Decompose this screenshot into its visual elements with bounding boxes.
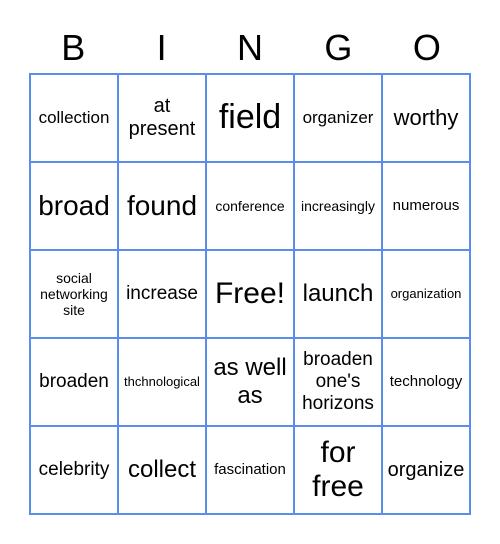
bingo-cell[interactable]: numerous	[382, 162, 470, 250]
bingo-cell[interactable]: field	[206, 74, 294, 162]
bingo-cell[interactable]: broaden	[30, 338, 118, 426]
bingo-cell[interactable]: found	[118, 162, 206, 250]
bingo-header: B I N G O	[29, 24, 471, 72]
bingo-cell[interactable]: collection	[30, 74, 118, 162]
bingo-cell[interactable]: for free	[294, 426, 382, 514]
header-letter-n: N	[237, 27, 264, 68]
bingo-cell[interactable]: organize	[382, 426, 470, 514]
header-letter-b: B	[61, 27, 86, 68]
bingo-cell[interactable]: as well as	[206, 338, 294, 426]
bingo-cell[interactable]: social networking site	[30, 250, 118, 338]
bingo-cell[interactable]: conference	[206, 162, 294, 250]
bingo-cell[interactable]: increase	[118, 250, 206, 338]
bingo-cell[interactable]: organizer	[294, 74, 382, 162]
bingo-cell[interactable]: collect	[118, 426, 206, 514]
free-space-cell[interactable]: Free!	[206, 250, 294, 338]
bingo-cell[interactable]: increasingly	[294, 162, 382, 250]
bingo-cell[interactable]: thchnological	[118, 338, 206, 426]
header-letter-i: I	[156, 27, 167, 68]
bingo-cell[interactable]: launch	[294, 250, 382, 338]
bingo-cell[interactable]: broad	[30, 162, 118, 250]
header-letter-g: G	[324, 27, 353, 68]
bingo-cell[interactable]: fascination	[206, 426, 294, 514]
header-letter-o: O	[412, 27, 441, 68]
bingo-cell[interactable]: organization	[382, 250, 470, 338]
bingo-cell[interactable]: broaden one's horizons	[294, 338, 382, 426]
bingo-grid: collection at present field organizer wo…	[29, 73, 471, 515]
bingo-cell[interactable]: worthy	[382, 74, 470, 162]
bingo-cell[interactable]: technology	[382, 338, 470, 426]
bingo-cell[interactable]: celebrity	[30, 426, 118, 514]
bingo-cell[interactable]: at present	[118, 74, 206, 162]
